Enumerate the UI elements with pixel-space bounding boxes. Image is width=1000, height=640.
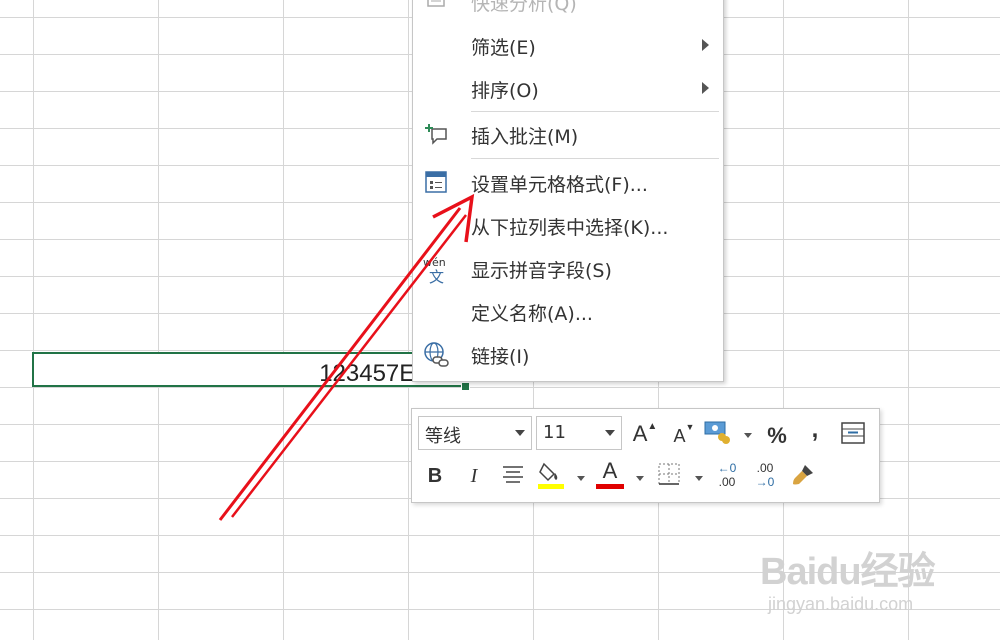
watermark-url: jingyan.baidu.com bbox=[768, 594, 914, 614]
baidu-watermark: Baidu经验 jingyan.baidu.com bbox=[760, 540, 990, 620]
watermark-logo: Baidu经验 bbox=[760, 551, 936, 593]
